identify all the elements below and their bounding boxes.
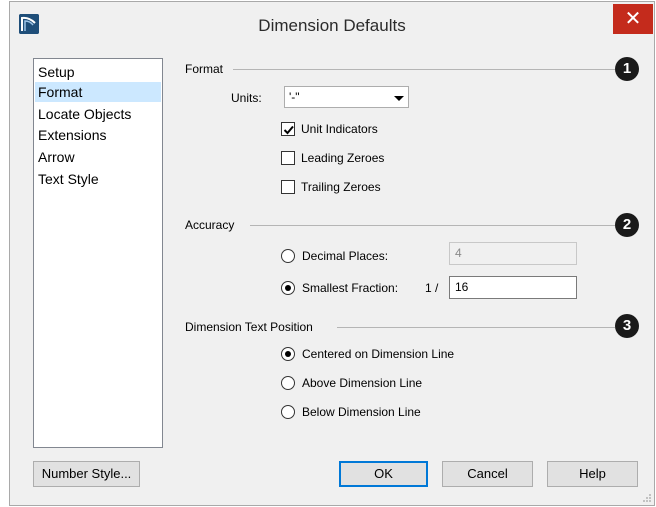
below-label: Below Dimension Line xyxy=(302,405,421,419)
close-button[interactable]: ✕ xyxy=(613,4,653,34)
ok-button[interactable]: OK xyxy=(339,461,428,487)
number-style-button[interactable]: Number Style... xyxy=(33,461,140,487)
leading-zeroes-label: Leading Zeroes xyxy=(301,151,385,165)
dialog-title: Dimension Defaults xyxy=(258,16,406,35)
format-divider xyxy=(233,69,615,70)
text-position-divider xyxy=(337,327,615,328)
accuracy-group-label: Accuracy xyxy=(185,218,235,232)
chevron-down-icon xyxy=(394,96,404,101)
trailing-zeroes-checkbox[interactable] xyxy=(281,180,295,194)
list-item-extensions[interactable]: Extensions xyxy=(35,125,161,145)
category-list: Setup Format Locate Objects Extensions A… xyxy=(33,58,163,448)
text-position-callout-badge: 3 xyxy=(615,314,639,338)
smallest-fraction-radio[interactable] xyxy=(281,281,295,295)
accuracy-callout-badge: 2 xyxy=(615,213,639,237)
accuracy-divider xyxy=(250,225,615,226)
radio-selected-dot xyxy=(285,285,291,291)
cancel-button[interactable]: Cancel xyxy=(442,461,533,487)
units-label: Units: xyxy=(231,91,262,105)
checkmark-icon xyxy=(283,125,294,135)
leading-zeroes-checkbox[interactable] xyxy=(281,151,295,165)
list-item-setup[interactable]: Setup xyxy=(35,62,161,82)
dimension-defaults-dialog: Dimension Defaults ✕ Setup Format Locate… xyxy=(9,1,655,506)
fraction-prefix: 1 / xyxy=(425,281,439,295)
list-item-text-style[interactable]: Text Style xyxy=(35,169,161,189)
decimal-places-radio[interactable] xyxy=(281,249,295,263)
centered-label: Centered on Dimension Line xyxy=(302,347,455,361)
format-group-label: Format xyxy=(185,62,224,76)
text-position-group-label: Dimension Text Position xyxy=(185,320,313,334)
trailing-zeroes-label: Trailing Zeroes xyxy=(301,180,381,194)
radio-selected-dot xyxy=(285,351,291,357)
app-logo-icon xyxy=(19,14,39,34)
below-radio[interactable] xyxy=(281,405,295,419)
list-item-format[interactable]: Format xyxy=(35,82,161,102)
format-callout-badge: 1 xyxy=(615,57,639,81)
list-item-arrow[interactable]: Arrow xyxy=(35,147,161,167)
unit-indicators-checkbox[interactable] xyxy=(281,122,295,136)
help-button[interactable]: Help xyxy=(547,461,638,487)
units-select[interactable]: '-" xyxy=(284,86,409,108)
centered-radio[interactable] xyxy=(281,347,295,361)
resize-grip-icon[interactable] xyxy=(642,493,652,503)
title-bar: Dimension Defaults ✕ xyxy=(10,2,654,47)
smallest-fraction-label: Smallest Fraction: xyxy=(302,281,399,295)
above-label: Above Dimension Line xyxy=(302,376,423,390)
unit-indicators-label: Unit Indicators xyxy=(301,122,378,136)
decimal-places-label: Decimal Places: xyxy=(302,249,389,263)
above-radio[interactable] xyxy=(281,376,295,390)
list-item-locate-objects[interactable]: Locate Objects xyxy=(35,104,161,124)
decimal-places-field[interactable]: 4 xyxy=(449,242,577,265)
units-select-value: '-" xyxy=(289,90,300,104)
smallest-fraction-field[interactable]: 16 xyxy=(449,276,577,299)
